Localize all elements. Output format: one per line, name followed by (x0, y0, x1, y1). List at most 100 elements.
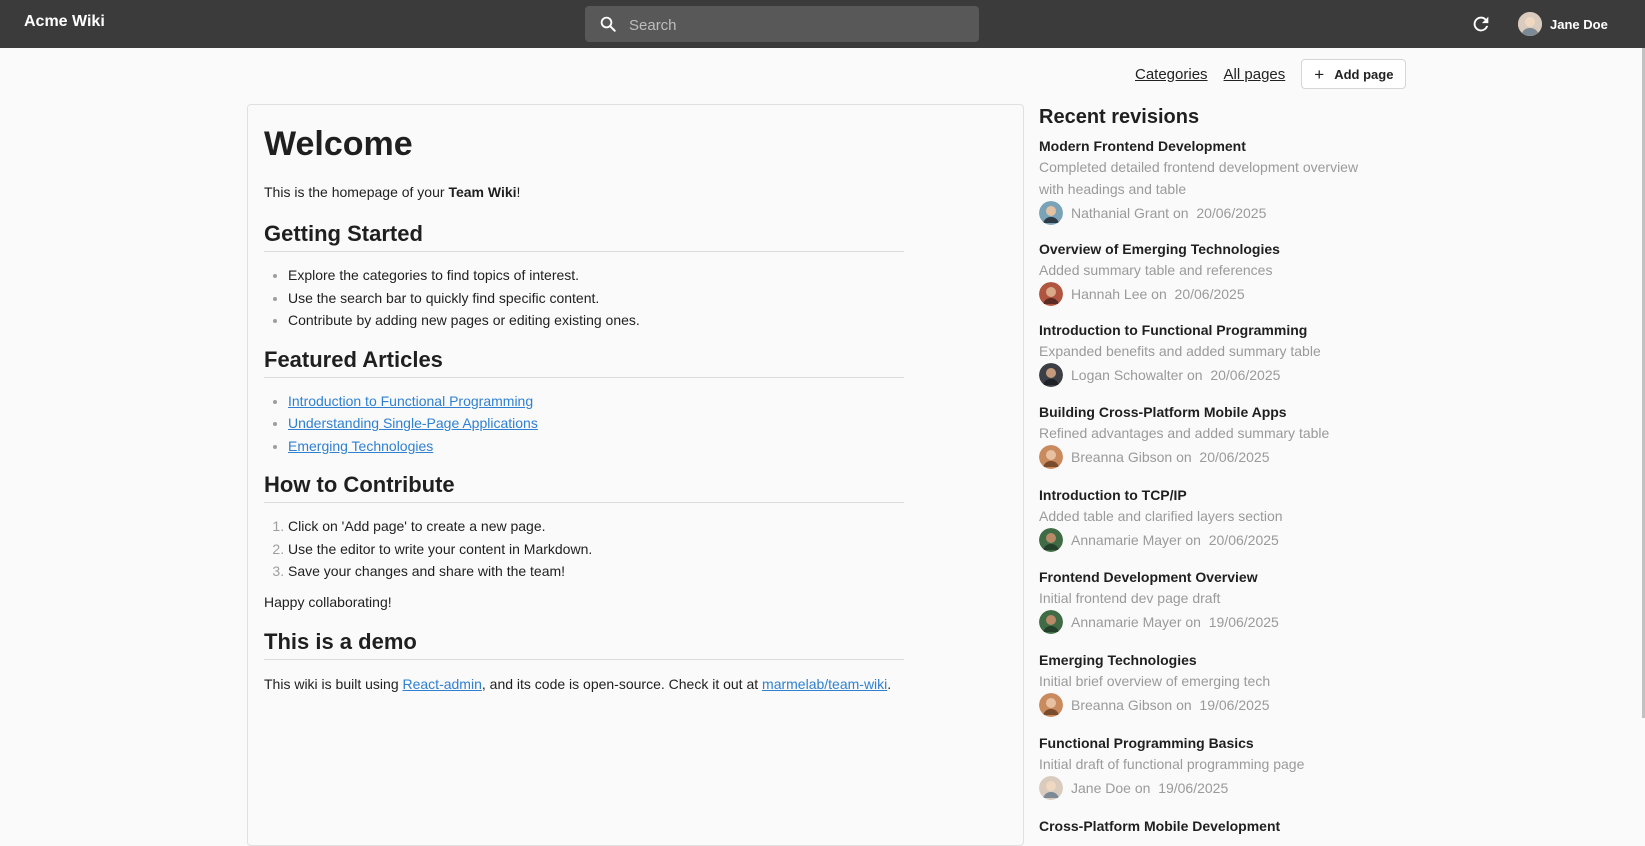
revision-date: 19/06/2025 (1208, 614, 1279, 630)
list-item: Contribute by adding new pages or editin… (288, 309, 904, 332)
revision-item[interactable]: Cross-Platform Mobile Development (1039, 816, 1379, 836)
page-title: Welcome (264, 125, 413, 163)
heading-featured-articles: Featured Articles (264, 346, 904, 378)
revision-author: Hannah Lee on (1071, 286, 1167, 302)
page-actions: Categories All pages + Add page (1135, 59, 1407, 89)
revision-meta: Annamarie Mayer on 19/06/2025 (1039, 609, 1379, 635)
list-item: Introduction to Functional Programming (288, 390, 904, 413)
revision-meta: Breanna Gibson on 19/06/2025 (1039, 692, 1379, 718)
intro-suffix: ! (516, 184, 521, 200)
avatar (1039, 201, 1063, 225)
revision-date: 19/06/2025 (1199, 697, 1270, 713)
getting-started-list: Explore the categories to find topics of… (264, 264, 904, 332)
revision-title[interactable]: Overview of Emerging Technologies (1039, 239, 1379, 259)
revision-item[interactable]: Introduction to Functional Programming E… (1039, 320, 1379, 388)
revision-item[interactable]: Functional Programming Basics Initial dr… (1039, 733, 1379, 801)
revision-author: Logan Schowalter on (1071, 367, 1203, 383)
heading-how-to-contribute: How to Contribute (264, 471, 904, 503)
revision-date: 20/06/2025 (1199, 449, 1270, 465)
revision-meta: Annamarie Mayer on 20/06/2025 (1039, 527, 1379, 553)
revision-title[interactable]: Introduction to Functional Programming (1039, 320, 1379, 340)
revision-title[interactable]: Introduction to TCP/IP (1039, 485, 1379, 505)
avatar (1039, 528, 1063, 552)
revision-author: Jane Doe on (1071, 780, 1151, 796)
revision-title[interactable]: Cross-Platform Mobile Development (1039, 816, 1379, 836)
list-item: Click on 'Add page' to create a new page… (288, 515, 904, 538)
page-content: Welcome This is the homepage of your Tea… (264, 105, 904, 695)
revisions-heading: Recent revisions (1039, 106, 1200, 128)
demo-text-suffix: . (887, 675, 892, 692)
revision-date: 20/06/2025 (1174, 286, 1245, 302)
list-item: Understanding Single-Page Applications (288, 412, 904, 435)
revision-title[interactable]: Emerging Technologies (1039, 650, 1379, 670)
refresh-icon[interactable] (1470, 13, 1492, 35)
repo-link[interactable]: marmelab/team-wiki (762, 676, 887, 692)
list-item: Explore the categories to find topics of… (288, 264, 904, 287)
revision-item[interactable]: Modern Frontend Development Completed de… (1039, 136, 1379, 226)
app-title[interactable]: Acme Wiki (24, 13, 105, 31)
avatar (1518, 12, 1542, 36)
contribute-list: Click on 'Add page' to create a new page… (264, 515, 904, 583)
page-card: Welcome This is the homepage of your Tea… (247, 104, 1024, 846)
add-page-label: Add page (1334, 66, 1394, 82)
revision-item[interactable]: Frontend Development Overview Initial fr… (1039, 567, 1379, 635)
demo-text: This wiki is built using (264, 675, 403, 692)
list-item: Use the search bar to quickly find speci… (288, 287, 904, 310)
outro-text: Happy collaborating! (264, 593, 392, 610)
heading-getting-started: Getting Started (264, 220, 904, 252)
featured-list: Introduction to Functional Programming U… (264, 390, 904, 458)
recent-revisions: Recent revisions Modern Frontend Develop… (1039, 102, 1379, 834)
all-pages-link[interactable]: All pages (1224, 66, 1286, 83)
featured-link-functional-programming[interactable]: Introduction to Functional Programming (288, 393, 533, 409)
revision-title[interactable]: Frontend Development Overview (1039, 567, 1379, 587)
revision-description: Initial frontend dev page draft (1039, 590, 1221, 606)
revision-item[interactable]: Emerging Technologies Initial brief over… (1039, 650, 1379, 718)
user-name: Jane Doe (1550, 16, 1608, 32)
revision-meta: Breanna Gibson on 20/06/2025 (1039, 444, 1379, 470)
user-menu[interactable]: Jane Doe (1518, 12, 1608, 36)
revision-meta: Nathanial Grant on 20/06/2025 (1039, 200, 1379, 226)
revision-date: 20/06/2025 (1196, 205, 1267, 221)
plus-icon: + (1314, 64, 1325, 84)
search-box[interactable] (585, 6, 979, 44)
search-input[interactable] (627, 6, 971, 44)
add-page-button[interactable]: + Add page (1301, 59, 1407, 89)
revision-meta: Jane Doe on 19/06/2025 (1039, 775, 1379, 801)
list-item: Use the editor to write your content in … (288, 538, 904, 561)
intro-text: This is the homepage of your (264, 184, 449, 200)
revision-author: Annamarie Mayer on (1071, 614, 1201, 630)
avatar (1039, 776, 1063, 800)
search-icon (600, 16, 616, 32)
featured-link-emerging-tech[interactable]: Emerging Technologies (288, 438, 433, 454)
revision-title[interactable]: Modern Frontend Development (1039, 136, 1379, 156)
intro-bold: Team Wiki (448, 184, 517, 200)
intro-paragraph: This is the homepage of your Team Wiki! (264, 181, 904, 203)
revision-item[interactable]: Building Cross-Platform Mobile Apps Refi… (1039, 402, 1379, 470)
revision-description: Initial brief overview of emerging tech (1039, 673, 1271, 689)
revision-description: Added summary table and references (1039, 262, 1273, 278)
revision-author: Breanna Gibson on (1071, 449, 1192, 465)
revision-title[interactable]: Functional Programming Basics (1039, 733, 1379, 753)
revision-author: Nathanial Grant on (1071, 205, 1189, 221)
featured-link-spa[interactable]: Understanding Single-Page Applications (288, 415, 538, 431)
avatar (1039, 693, 1063, 717)
list-item: Emerging Technologies (288, 435, 904, 458)
revision-date: 20/06/2025 (1210, 367, 1281, 383)
demo-text-middle: , and its code is open-source. Check it … (481, 675, 763, 692)
list-item: Save your changes and share with the tea… (288, 560, 904, 583)
revision-item[interactable]: Introduction to TCP/IP Added table and c… (1039, 485, 1379, 553)
revision-date: 20/06/2025 (1208, 532, 1279, 548)
revision-description: Added table and clarified layers section (1039, 508, 1283, 524)
revision-date: 19/06/2025 (1158, 780, 1229, 796)
app-bar: Acme Wiki Jane Doe (0, 0, 1645, 48)
revision-description: Completed detailed frontend development … (1039, 159, 1359, 197)
revision-description: Expanded benefits and added summary tabl… (1039, 343, 1321, 359)
revision-item[interactable]: Overview of Emerging Technologies Added … (1039, 239, 1379, 307)
react-admin-link[interactable]: React-admin (403, 676, 482, 692)
categories-link[interactable]: Categories (1135, 66, 1208, 83)
avatar (1039, 282, 1063, 306)
revision-title[interactable]: Building Cross-Platform Mobile Apps (1039, 402, 1379, 422)
avatar (1039, 363, 1063, 387)
heading-demo: This is a demo (264, 628, 904, 660)
revision-description: Initial draft of functional programming … (1039, 756, 1305, 772)
